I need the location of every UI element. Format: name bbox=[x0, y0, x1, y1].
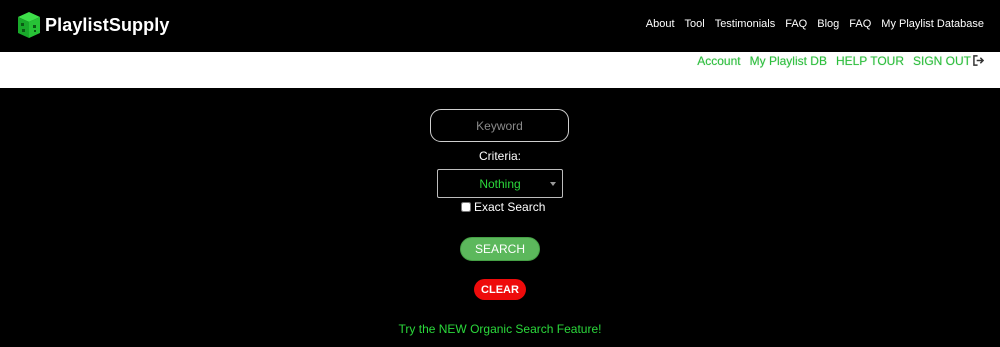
organic-search-promo: Try the NEW Organic Search Feature! bbox=[0, 320, 1000, 338]
nav-tool[interactable]: Tool bbox=[685, 18, 705, 30]
nav-blog[interactable]: Blog bbox=[817, 18, 839, 30]
sign-out-label: SIGN OUT bbox=[912, 54, 971, 68]
search-button[interactable]: SEARCH bbox=[460, 237, 540, 261]
top-navbar: PlaylistSupply About Tool Testimonials F… bbox=[0, 0, 1000, 52]
help-tour-link[interactable]: HELP TOUR bbox=[836, 54, 904, 68]
exact-search-checkbox[interactable] bbox=[461, 202, 471, 212]
criteria-select[interactable]: Nothing bbox=[437, 169, 563, 198]
brand-logo[interactable]: PlaylistSupply bbox=[17, 11, 169, 39]
search-panel: Criteria: Nothing Exact Search SEARCH CL… bbox=[0, 88, 1000, 347]
organic-search-link[interactable]: Try the NEW Organic Search Feature! bbox=[399, 322, 602, 336]
nav-my-playlist-database[interactable]: My Playlist Database bbox=[881, 18, 984, 30]
sign-out-link[interactable]: SIGN OUT bbox=[913, 54, 984, 68]
exact-search-label: Exact Search bbox=[474, 200, 546, 214]
nav-about[interactable]: About bbox=[646, 18, 675, 30]
criteria-label: Criteria: bbox=[478, 149, 521, 163]
nav-faq-2[interactable]: FAQ bbox=[849, 18, 871, 30]
nav-faq[interactable]: FAQ bbox=[785, 18, 807, 30]
brand-name: PlaylistSupply bbox=[45, 14, 170, 35]
user-bar: Account My Playlist DB HELP TOUR SIGN OU… bbox=[0, 52, 1000, 88]
keyword-input[interactable] bbox=[430, 109, 569, 142]
my-playlist-db-link[interactable]: My Playlist DB bbox=[750, 54, 827, 68]
main-nav: About Tool Testimonials FAQ Blog FAQ My … bbox=[636, 18, 984, 30]
account-link[interactable]: Account bbox=[697, 54, 740, 68]
sign-out-icon bbox=[973, 55, 984, 66]
user-links: Account My Playlist DB HELP TOUR SIGN OU… bbox=[688, 54, 984, 68]
chevron-down-icon bbox=[550, 182, 556, 186]
nav-testimonials[interactable]: Testimonials bbox=[715, 18, 776, 30]
green-cube-logo-icon bbox=[18, 12, 40, 38]
criteria-selected-value: Nothing bbox=[479, 176, 521, 191]
clear-button[interactable]: CLEAR bbox=[474, 279, 526, 300]
exact-search-option[interactable]: Exact Search bbox=[461, 200, 545, 214]
